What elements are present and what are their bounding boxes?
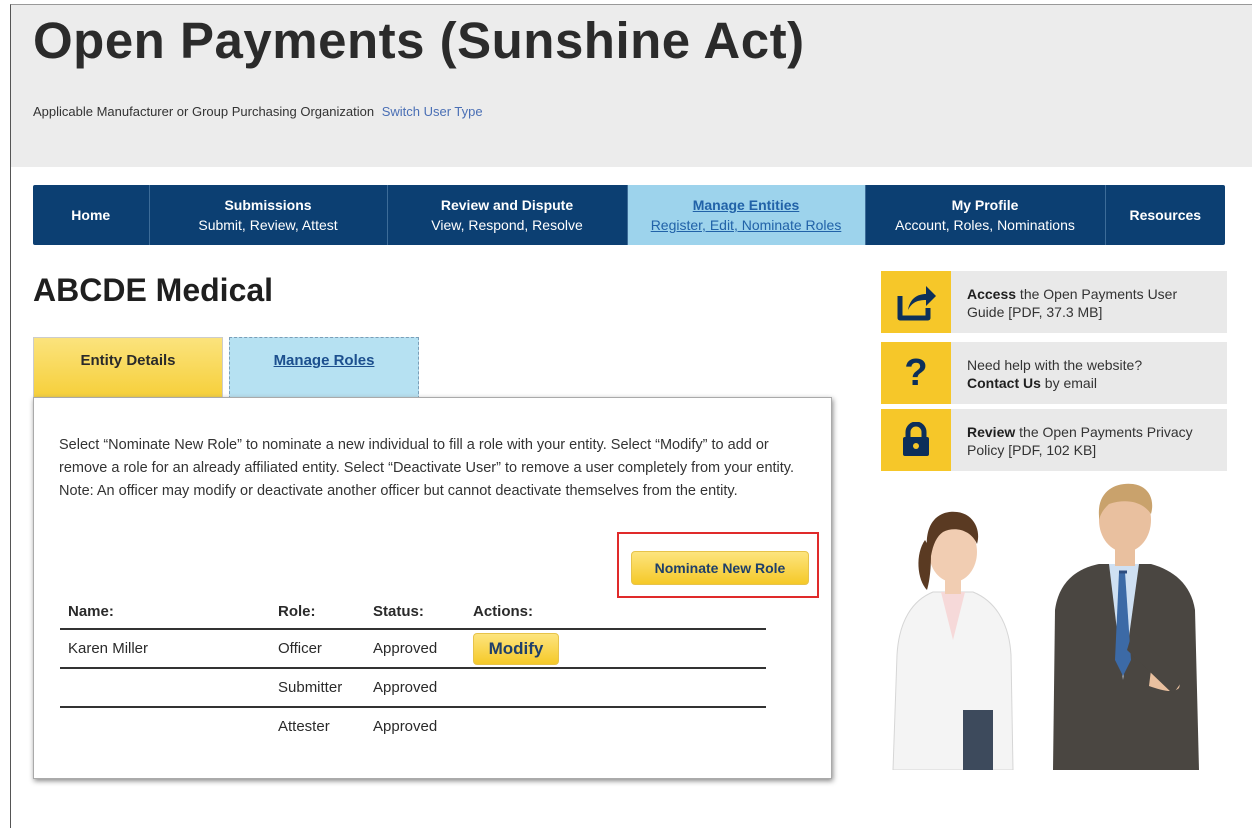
- row-name: [60, 706, 278, 745]
- nav-my-profile[interactable]: My Profile Account, Roles, Nominations: [866, 185, 1106, 245]
- nav-submissions-label: Submissions: [224, 197, 312, 213]
- user-guide-text: Access the Open Payments User Guide [PDF…: [967, 285, 1217, 321]
- header-name: Name:: [68, 602, 114, 620]
- table-row: Submitter Approved: [60, 667, 766, 707]
- roles-table: Name: Role: Status: Actions: Karen Mille…: [60, 594, 766, 745]
- privacy-bold: Review: [967, 424, 1016, 440]
- nav-review-dispute[interactable]: Review and Dispute View, Respond, Resolv…: [388, 185, 628, 245]
- modify-button[interactable]: Modify: [473, 632, 559, 665]
- user-guide-box[interactable]: Access the Open Payments User Guide [PDF…: [881, 271, 1227, 333]
- nav-manage-sub: Register, Edit, Nominate Roles: [650, 217, 842, 233]
- nav-resources-label: Resources: [1129, 207, 1202, 223]
- nav-submissions[interactable]: Submissions Submit, Review, Attest: [150, 185, 388, 245]
- row-role: Officer: [278, 628, 373, 668]
- user-type-line: Applicable Manufacturer or Group Purchas…: [33, 104, 483, 119]
- user-type-label: Applicable Manufacturer or Group Purchas…: [33, 104, 375, 119]
- nav-review-label: Review and Dispute: [440, 197, 574, 213]
- question-mark-icon: ?: [881, 342, 951, 404]
- site-title: Open Payments (Sunshine Act): [33, 12, 805, 69]
- nominate-new-role-button[interactable]: Nominate New Role: [631, 551, 809, 585]
- nav-profile-sub: Account, Roles, Nominations: [895, 217, 1075, 233]
- professionals-photo: [892, 483, 1199, 770]
- main-nav: Home Submissions Submit, Review, Attest …: [33, 185, 1225, 245]
- nav-home-label: Home: [71, 207, 111, 223]
- row-status: Approved: [373, 628, 473, 668]
- header-actions: Actions:: [473, 602, 533, 620]
- nav-home[interactable]: Home: [33, 185, 150, 245]
- nav-manage-label: Manage Entities: [692, 197, 800, 213]
- nav-review-sub: View, Respond, Resolve: [431, 217, 583, 233]
- contact-us-link[interactable]: Contact Us: [967, 375, 1041, 391]
- manage-roles-panel: Select “Nominate New Role” to nominate a…: [33, 397, 832, 779]
- nav-submissions-sub: Submit, Review, Attest: [198, 217, 338, 233]
- row-name: [60, 667, 278, 707]
- table-row: Karen Miller Officer Approved Modify: [60, 628, 766, 668]
- nav-resources[interactable]: Resources: [1106, 185, 1226, 245]
- table-header-row: Name: Role: Status: Actions:: [60, 594, 766, 629]
- switch-user-type-link[interactable]: Switch User Type: [382, 104, 483, 119]
- page-frame: Open Payments (Sunshine Act) Applicable …: [10, 4, 1252, 828]
- lock-icon: [881, 409, 951, 471]
- nav-manage-entities[interactable]: Manage Entities Register, Edit, Nominate…: [627, 185, 866, 245]
- share-arrow-icon: [881, 271, 951, 333]
- help-line: Need help with the website?: [967, 357, 1143, 373]
- instructions-text: Select “Nominate New Role” to nominate a…: [59, 437, 794, 499]
- help-rest: by email: [1040, 375, 1097, 391]
- row-role: Submitter: [278, 667, 373, 707]
- privacy-box[interactable]: Review the Open Payments Privacy Policy …: [881, 409, 1227, 471]
- header-status: Status:: [373, 602, 424, 620]
- row-actions: [473, 706, 766, 745]
- page-title: ABCDE Medical: [33, 272, 274, 308]
- help-text: Need help with the website? Contact Us by…: [967, 356, 1217, 392]
- privacy-text: Review the Open Payments Privacy Policy …: [967, 423, 1217, 459]
- table-row: Attester Approved: [60, 706, 766, 745]
- tab-manage-roles[interactable]: Manage Roles: [229, 337, 419, 399]
- user-guide-bold: Access: [967, 286, 1017, 302]
- row-name: Karen Miller: [60, 628, 278, 668]
- row-actions: Modify: [473, 628, 766, 668]
- site-header: Open Payments (Sunshine Act) Applicable …: [11, 5, 1252, 167]
- row-role: Attester: [278, 706, 373, 745]
- row-status: Approved: [373, 706, 473, 745]
- row-actions: [473, 667, 766, 707]
- help-box[interactable]: ? Need help with the website? Contact Us …: [881, 342, 1227, 404]
- header-role: Role:: [278, 602, 316, 620]
- row-status: Approved: [373, 667, 473, 707]
- tab-entity-details[interactable]: Entity Details: [33, 337, 223, 399]
- nav-profile-label: My Profile: [951, 197, 1019, 213]
